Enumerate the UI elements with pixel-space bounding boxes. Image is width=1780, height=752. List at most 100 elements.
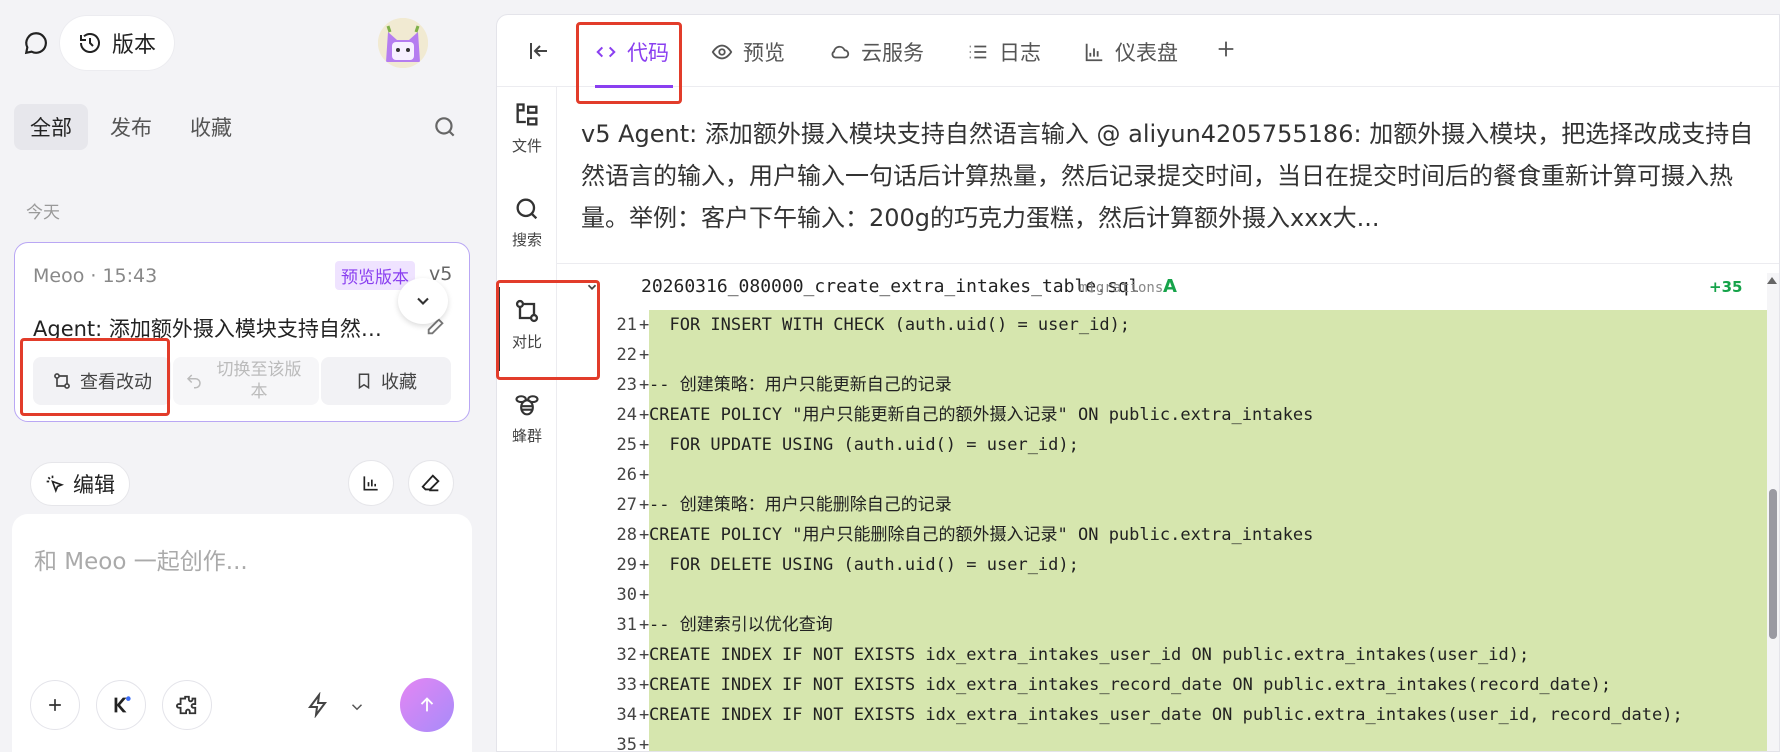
tab-logs[interactable]: 日志 [967, 37, 1041, 67]
puzzle-icon [176, 695, 197, 715]
arrow-up-icon [420, 697, 434, 712]
line-number: 25 [616, 435, 637, 455]
nav-files[interactable]: 文件 [497, 101, 557, 156]
line-content: CREATE INDEX IF NOT EXISTS idx_extra_int… [649, 640, 1769, 670]
add-tab-button[interactable] [1215, 37, 1237, 67]
chevron-down-icon[interactable] [585, 280, 599, 294]
diff-icon [54, 373, 70, 389]
card-meta: Meoo · 15:43 [33, 265, 158, 287]
line-content [649, 460, 1769, 490]
chevron-down-icon [417, 297, 429, 305]
line-content: FOR INSERT WITH CHECK (auth.uid() = user… [649, 310, 1769, 340]
collapse-sidebar-icon[interactable] [527, 39, 551, 63]
nav-diff[interactable]: 对比 [497, 297, 557, 352]
code-line: 21 + FOR INSERT WITH CHECK (auth.uid() = … [557, 310, 1769, 340]
diff-file-header[interactable]: 20260316_080000_create_extra_intakes_tab… [557, 264, 1779, 310]
magic-cursor-icon [46, 475, 65, 494]
line-number: 27 [616, 495, 637, 515]
eye-icon [711, 44, 733, 60]
code-line: 35 + [557, 730, 1769, 751]
clear-button[interactable] [408, 460, 454, 506]
view-changes-button[interactable]: 查看改动 [33, 357, 171, 405]
commit-message: v5 Agent: 添加额外摄入模块支持自然语言输入 @ aliyun42057… [581, 120, 1754, 232]
active-tab-indicator [595, 85, 673, 88]
add-attachment-button[interactable] [30, 680, 80, 730]
tab-code-label: 代码 [627, 41, 669, 65]
line-content: CREATE INDEX IF NOT EXISTS idx_extra_int… [649, 670, 1769, 700]
diff-directory: migrations [1079, 280, 1164, 296]
undo-icon [186, 374, 201, 389]
code-line: 25 + FOR UPDATE USING (auth.uid() = user_… [557, 430, 1769, 460]
cat-avatar-icon [378, 18, 428, 68]
tab-code[interactable]: 代码 [595, 37, 669, 67]
switch-version-button[interactable]: 切换至该版本 [173, 357, 319, 405]
filter-tabs: 全部 发布 收藏 [14, 104, 248, 150]
line-content: CREATE POLICY "用户只能更新自己的额外摄入记录" ON publi… [649, 400, 1769, 430]
line-content: FOR DELETE USING (auth.uid() = user_id); [649, 550, 1769, 580]
line-number: 32 [616, 645, 637, 665]
avatar[interactable] [378, 18, 428, 68]
switch-version-label: 切换至该版本 [216, 360, 302, 402]
line-number: 23 [616, 375, 637, 395]
code-line: 28 + CREATE POLICY "用户只能删除自己的额外摄入记录" ON pu… [557, 520, 1769, 550]
diff-scrollbar[interactable] [1767, 273, 1779, 751]
code-line: 26 + [557, 460, 1769, 490]
line-number: 31 [616, 615, 637, 635]
top-tab-bar: 代码 预览 云服务 日志 仪表盘 [497, 15, 1779, 88]
nav-swarm[interactable]: 蜂群 [497, 391, 557, 446]
knowledge-button[interactable] [96, 680, 146, 730]
code-line: 34 + CREATE INDEX IF NOT EXISTS idx_extra_… [557, 700, 1769, 730]
scroll-up-arrow[interactable] [1767, 277, 1777, 284]
scroll-thumb[interactable] [1769, 489, 1777, 639]
version-button[interactable]: 版本 [60, 16, 174, 70]
code-lines: 21 + FOR INSERT WITH CHECK (auth.uid() = … [557, 310, 1769, 751]
lightning-icon[interactable] [306, 692, 330, 718]
cloud-icon [831, 45, 850, 59]
tab-cloud[interactable]: 云服务 [829, 37, 924, 67]
side-nav: 文件 搜索 对比 蜂群 [497, 87, 557, 751]
code-icon [596, 46, 616, 58]
edit-button[interactable]: 编辑 [30, 462, 130, 506]
line-number: 26 [616, 465, 637, 485]
view-changes-label: 查看改动 [80, 372, 152, 393]
tab-cloud-label: 云服务 [861, 41, 924, 65]
bookmark-icon [358, 373, 370, 390]
filter-tab-all[interactable]: 全部 [14, 104, 88, 150]
stats-button[interactable] [348, 460, 394, 506]
code-line: 30 + [557, 580, 1769, 610]
tab-preview[interactable]: 预览 [711, 37, 785, 67]
plugin-button[interactable] [162, 680, 212, 730]
nav-active-indicator [497, 287, 500, 371]
line-content [649, 580, 1769, 610]
line-content: CREATE POLICY "用户只能删除自己的额外摄入记录" ON publi… [649, 520, 1769, 550]
line-number: 29 [616, 555, 637, 575]
favorite-button[interactable]: 收藏 [321, 357, 451, 405]
send-button[interactable] [400, 678, 454, 732]
edit-label: 编辑 [73, 473, 115, 497]
filter-tab-published[interactable]: 发布 [94, 104, 168, 150]
chevron-down-icon[interactable] [348, 698, 366, 716]
tab-dashboard[interactable]: 仪表盘 [1083, 37, 1178, 67]
line-number: 28 [616, 525, 637, 545]
card-title: Agent: 添加额外摄入模块支持自然语... [33, 317, 393, 341]
nav-search[interactable]: 搜索 [497, 195, 557, 250]
k-logo-icon [114, 696, 131, 713]
bar-chart-icon [363, 476, 378, 491]
favorite-label: 收藏 [381, 372, 417, 393]
diff-icon [515, 299, 539, 323]
scroll-down-button[interactable] [398, 278, 448, 324]
search-icon[interactable] [432, 114, 458, 140]
line-content: CREATE INDEX IF NOT EXISTS idx_extra_int… [649, 700, 1769, 730]
code-line: 32 + CREATE INDEX IF NOT EXISTS idx_extra_… [557, 640, 1769, 670]
chat-button[interactable] [14, 18, 58, 68]
nav-diff-label: 对比 [511, 333, 542, 351]
line-number: 21 [616, 315, 637, 335]
code-line: 33 + CREATE INDEX IF NOT EXISTS idx_extra_… [557, 670, 1769, 700]
version-label: 版本 [112, 33, 157, 58]
line-content: -- 创建索引以优化查询 [649, 610, 1769, 640]
plus-icon [49, 699, 61, 711]
filter-tab-favorites[interactable]: 收藏 [174, 104, 248, 150]
version-card[interactable]: Meoo · 15:43 预览版本 v5 Agent: 添加额外摄入模块支持自然… [14, 242, 470, 422]
app-window: 版本 全部 发布 收藏 今天 Meoo · 15:43 预览版本 v5 Agen… [0, 0, 1780, 752]
eraser-icon [421, 474, 440, 492]
